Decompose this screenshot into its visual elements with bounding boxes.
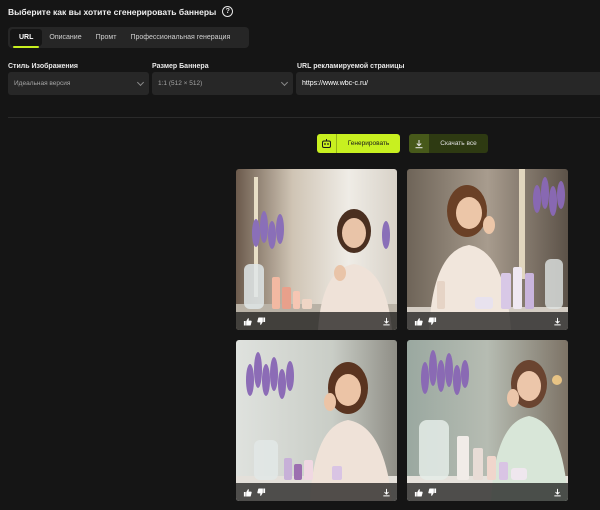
download-all-button[interactable]: Скачать все [409,134,488,153]
banner-image-card[interactable] [236,340,397,501]
style-select-value: Идеальная версия [14,80,71,87]
download-icon[interactable] [550,485,564,499]
banner-image-card[interactable] [407,340,568,501]
download-all-button-label: Скачать все [440,140,477,147]
card-actions [236,312,397,330]
card-actions [407,483,568,501]
thumbs-up-icon[interactable] [240,485,254,499]
thumbs-down-icon[interactable] [425,485,439,499]
banner-image [236,340,397,501]
url-input[interactable] [296,72,600,95]
banner-image [407,169,568,330]
banner-image [236,169,397,330]
thumbs-down-icon[interactable] [254,314,268,328]
thumbs-up-icon[interactable] [240,314,254,328]
banner-image-card[interactable] [407,169,568,330]
tab-prompt[interactable]: Промт [89,30,124,45]
banner-image [407,340,568,501]
thumbs-up-icon[interactable] [411,485,425,499]
page-heading: Выберите как вы хотите сгенерировать бан… [8,6,234,17]
card-actions [236,483,397,501]
tab-url[interactable]: URL [10,29,43,48]
download-icon[interactable] [379,314,393,328]
download-icon[interactable] [550,314,564,328]
card-actions [407,312,568,330]
tab-professional-generation[interactable]: Профессиональная генерация [123,30,237,45]
chevron-down-icon [280,78,289,87]
chevron-down-icon [136,78,145,87]
robot-icon [317,134,337,153]
size-label: Размер Баннера [152,63,209,70]
generate-button-label: Генерировать [347,140,390,147]
thumbs-up-icon[interactable] [411,314,425,328]
mode-tabs: URL Описание Промт Профессиональная гене… [8,27,249,48]
banner-image-card[interactable] [236,169,397,330]
generate-button[interactable]: Генерировать [317,134,400,153]
thumbs-down-icon[interactable] [254,485,268,499]
page-title: Выберите как вы хотите сгенерировать бан… [8,6,217,17]
help-circle-icon[interactable]: ? [222,6,234,17]
download-icon[interactable] [379,485,393,499]
download-icon [409,134,429,153]
size-select-value: 1:1 (512 × 512) [158,80,203,87]
divider [8,117,600,118]
thumbs-down-icon[interactable] [425,314,439,328]
style-select[interactable]: Идеальная версия [8,72,149,95]
url-label: URL рекламируемой страницы [297,63,405,70]
tab-description[interactable]: Описание [42,30,88,45]
size-select[interactable]: 1:1 (512 × 512) [152,72,293,95]
style-label: Стиль Изображения [8,63,78,70]
